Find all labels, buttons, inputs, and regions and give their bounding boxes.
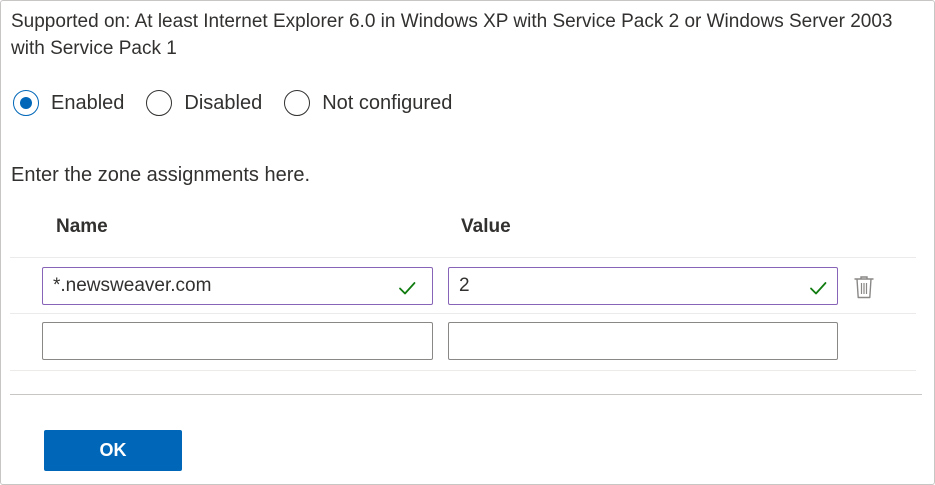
row-separator (10, 257, 916, 258)
trash-icon[interactable] (852, 274, 876, 300)
ok-button[interactable]: OK (44, 430, 182, 471)
column-header-value: Value (461, 216, 511, 237)
radio-not-configured[interactable]: Not configured (284, 90, 452, 116)
column-header-name: Name (56, 216, 108, 237)
state-radio-group: Enabled Disabled Not configured (13, 88, 474, 118)
zone-value-input-1[interactable] (448, 267, 838, 305)
check-icon (810, 282, 827, 295)
radio-not-configured-indicator[interactable] (284, 90, 311, 116)
radio-enabled-label: Enabled (51, 91, 125, 114)
radio-not-configured-label: Not configured (322, 91, 453, 114)
radio-enabled[interactable]: Enabled (13, 90, 124, 116)
row-separator (10, 370, 916, 371)
dialog-frame (0, 0, 935, 485)
radio-enabled-indicator[interactable] (13, 90, 39, 116)
radio-disabled[interactable]: Disabled (146, 90, 262, 116)
zone-name-input-1[interactable] (42, 267, 433, 305)
zone-name-input-2[interactable] (42, 322, 433, 360)
footer-divider (10, 394, 922, 395)
check-icon (399, 282, 416, 295)
radio-selected-dot (20, 97, 32, 109)
zone-value-input-2[interactable] (448, 322, 838, 360)
zone-assignments-intro: Enter the zone assignments here. (11, 164, 311, 186)
row-separator (10, 313, 916, 314)
supported-on-text: Supported on: At least Internet Explorer… (11, 11, 893, 59)
radio-disabled-label: Disabled (184, 91, 263, 114)
radio-disabled-indicator[interactable] (146, 90, 173, 116)
